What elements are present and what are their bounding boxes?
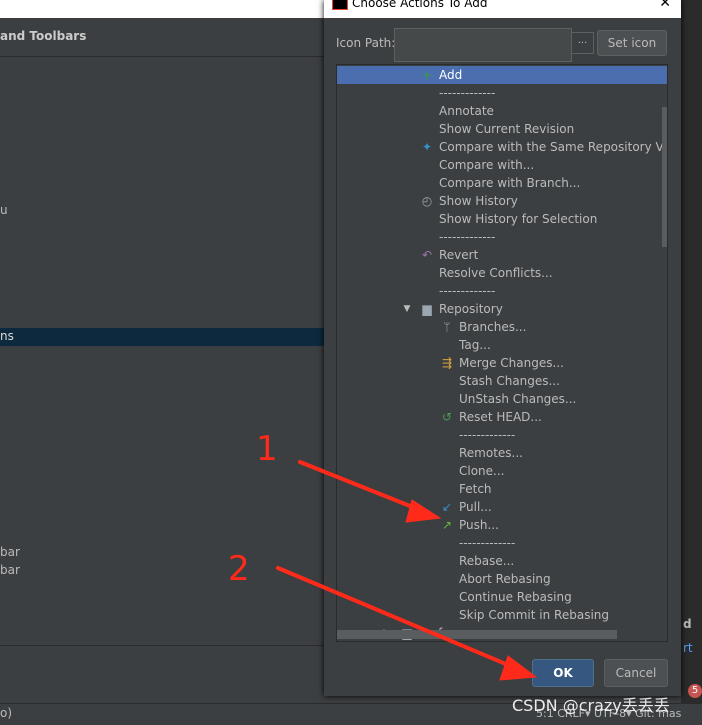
annotation-overlay: 1 2 (228, 429, 538, 681)
arrow-1-line (298, 460, 427, 514)
annotation-1: 1 (256, 429, 278, 469)
arrow-1-head (405, 499, 442, 523)
arrow-2-head (499, 655, 538, 681)
annotation-2: 2 (228, 549, 250, 589)
arrow-2-line (276, 566, 522, 672)
watermark: CSDN @crazy丢丢丢 (512, 696, 670, 715)
